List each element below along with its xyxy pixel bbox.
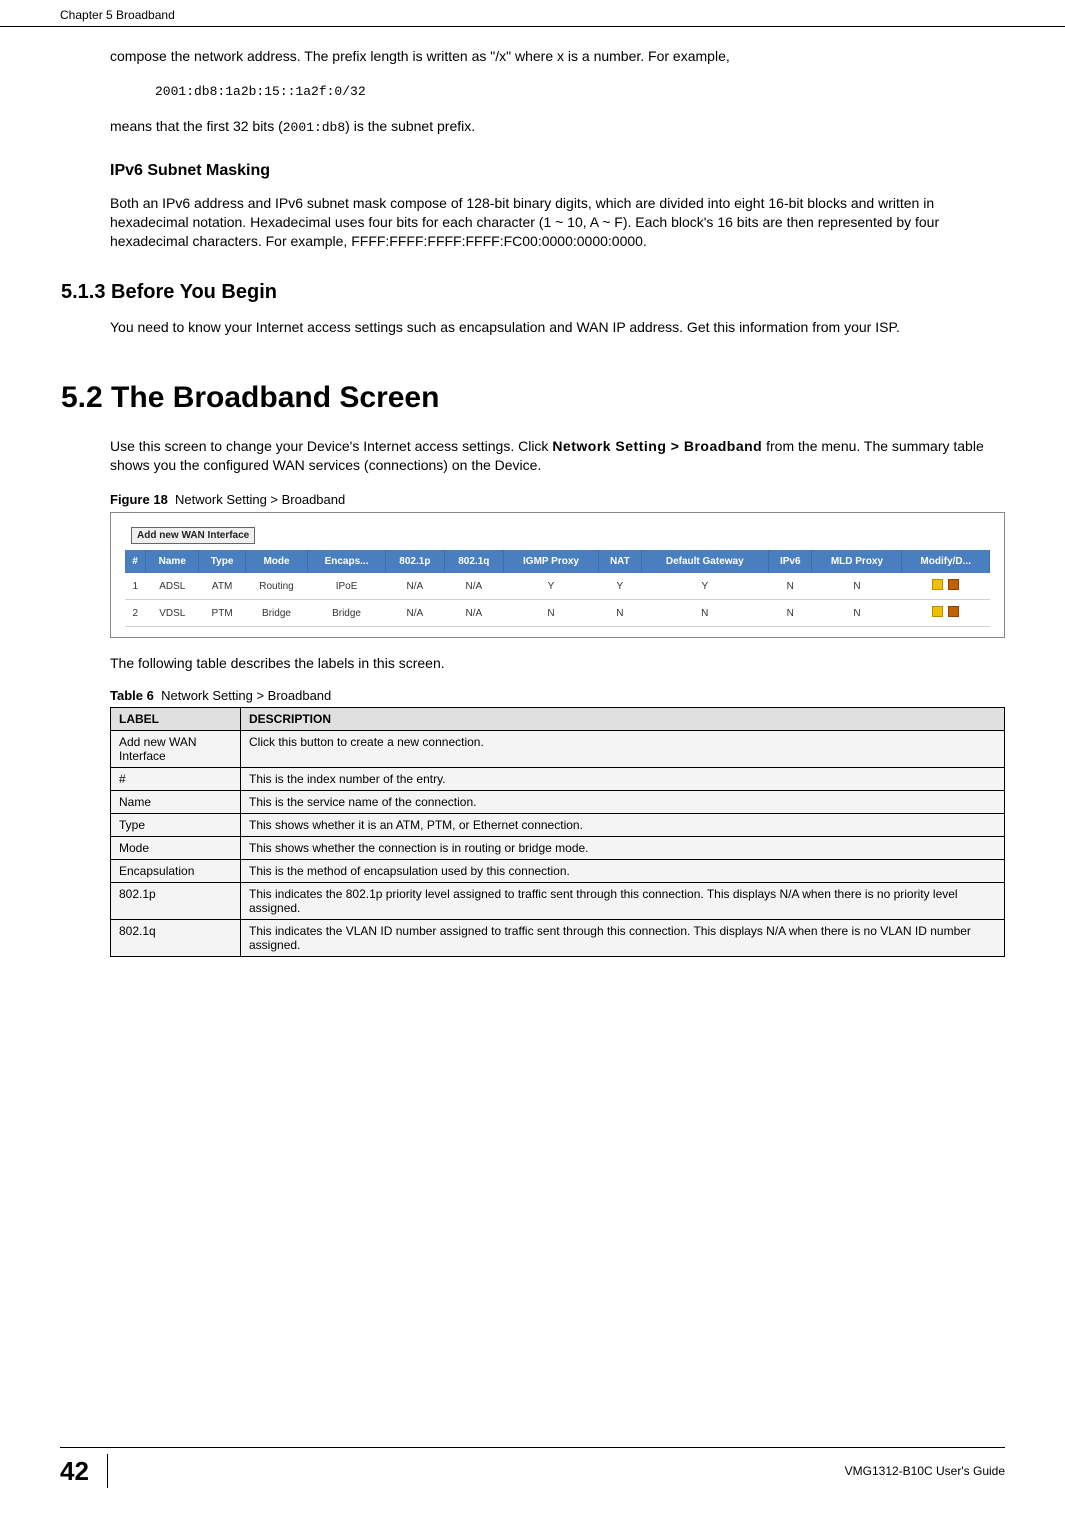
edit-icon[interactable] (932, 606, 943, 617)
figure-label: Figure 18 (110, 492, 168, 507)
code-block-prefix-example: 2001:db8:1a2b:15::1a2f:0/32 (155, 84, 1005, 99)
label-description-table: LABEL DESCRIPTION Add new WAN InterfaceC… (110, 707, 1005, 957)
heading-52-broadband-screen: 5.2 The Broadband Screen (61, 381, 1005, 415)
col-8021p[interactable]: 802.1p (385, 550, 444, 573)
modify-delete-cell (902, 573, 990, 600)
para-513: You need to know your Internet access se… (110, 318, 1005, 337)
col-ipv6[interactable]: IPv6 (769, 550, 812, 573)
wan-services-table: # Name Type Mode Encaps... 802.1p 802.1q… (125, 550, 990, 627)
table-row: 802.1qThis indicates the VLAN ID number … (111, 919, 1005, 956)
col-mode[interactable]: Mode (245, 550, 307, 573)
para-subnet-masking: Both an IPv6 address and IPv6 subnet mas… (110, 194, 1005, 251)
col-name[interactable]: Name (146, 550, 199, 573)
heading-ipv6-subnet-masking: IPv6 Subnet Masking (110, 162, 1005, 180)
table-row: 2 VDSL PTM Bridge Bridge N/A N/A N N N N… (125, 600, 990, 627)
table-caption-text: Network Setting > Broadband (161, 688, 331, 703)
delete-icon[interactable] (948, 579, 959, 590)
table-row: TypeThis shows whether it is an ATM, PTM… (111, 813, 1005, 836)
table-row: NameThis is the service name of the conn… (111, 790, 1005, 813)
col-modify-delete[interactable]: Modify/D... (902, 550, 990, 573)
broadband-screenshot: Add new WAN Interface # Name Type Mode E… (110, 512, 1005, 638)
modify-delete-cell (902, 600, 990, 627)
chapter-label: Chapter 5 Broadband (60, 8, 175, 22)
add-new-wan-interface-button[interactable]: Add new WAN Interface (131, 527, 255, 544)
col-index[interactable]: # (125, 550, 146, 573)
para-means: means that the first 32 bits (2001:db8) … (110, 117, 1005, 137)
guide-title: VMG1312-B10C User's Guide (845, 1464, 1005, 1478)
page-content: compose the network address. The prefix … (0, 27, 1065, 957)
table-row: 802.1pThis indicates the 802.1p priority… (111, 882, 1005, 919)
col-type[interactable]: Type (199, 550, 245, 573)
wan-table-header-row: # Name Type Mode Encaps... 802.1p 802.1q… (125, 550, 990, 573)
col-default-gateway[interactable]: Default Gateway (641, 550, 769, 573)
table-row: EncapsulationThis is the method of encap… (111, 859, 1005, 882)
table-caption: Table 6 Network Setting > Broadband (110, 687, 1005, 705)
figure-caption: Figure 18 Network Setting > Broadband (110, 491, 1005, 509)
desc-col-description: DESCRIPTION (241, 707, 1005, 730)
menu-path-bold: Network Setting > Broadband (552, 438, 762, 454)
para-prefix-compose: compose the network address. The prefix … (110, 47, 1005, 66)
col-encaps[interactable]: Encaps... (308, 550, 386, 573)
delete-icon[interactable] (948, 606, 959, 617)
para-after-figure: The following table describes the labels… (110, 654, 1005, 673)
code-inline-2001db8: 2001:db8 (283, 120, 345, 135)
page-number: 42 (60, 1454, 108, 1488)
page-footer: 42 VMG1312-B10C User's Guide (60, 1447, 1005, 1488)
col-igmp-proxy[interactable]: IGMP Proxy (503, 550, 598, 573)
para-52-intro: Use this screen to change your Device's … (110, 437, 1005, 475)
page-header: Chapter 5 Broadband (0, 0, 1065, 27)
edit-icon[interactable] (932, 579, 943, 590)
desc-col-label: LABEL (111, 707, 241, 730)
col-nat[interactable]: NAT (599, 550, 641, 573)
table-row: ModeThis shows whether the connection is… (111, 836, 1005, 859)
heading-513-before-you-begin: 5.1.3 Before You Begin (61, 281, 1005, 304)
table-row: Add new WAN InterfaceClick this button t… (111, 730, 1005, 767)
col-mld-proxy[interactable]: MLD Proxy (812, 550, 902, 573)
table-row: 1 ADSL ATM Routing IPoE N/A N/A Y Y Y N … (125, 573, 990, 600)
table-label: Table 6 (110, 688, 154, 703)
col-8021q[interactable]: 802.1q (444, 550, 503, 573)
table-row: #This is the index number of the entry. (111, 767, 1005, 790)
figure-caption-text: Network Setting > Broadband (175, 492, 345, 507)
